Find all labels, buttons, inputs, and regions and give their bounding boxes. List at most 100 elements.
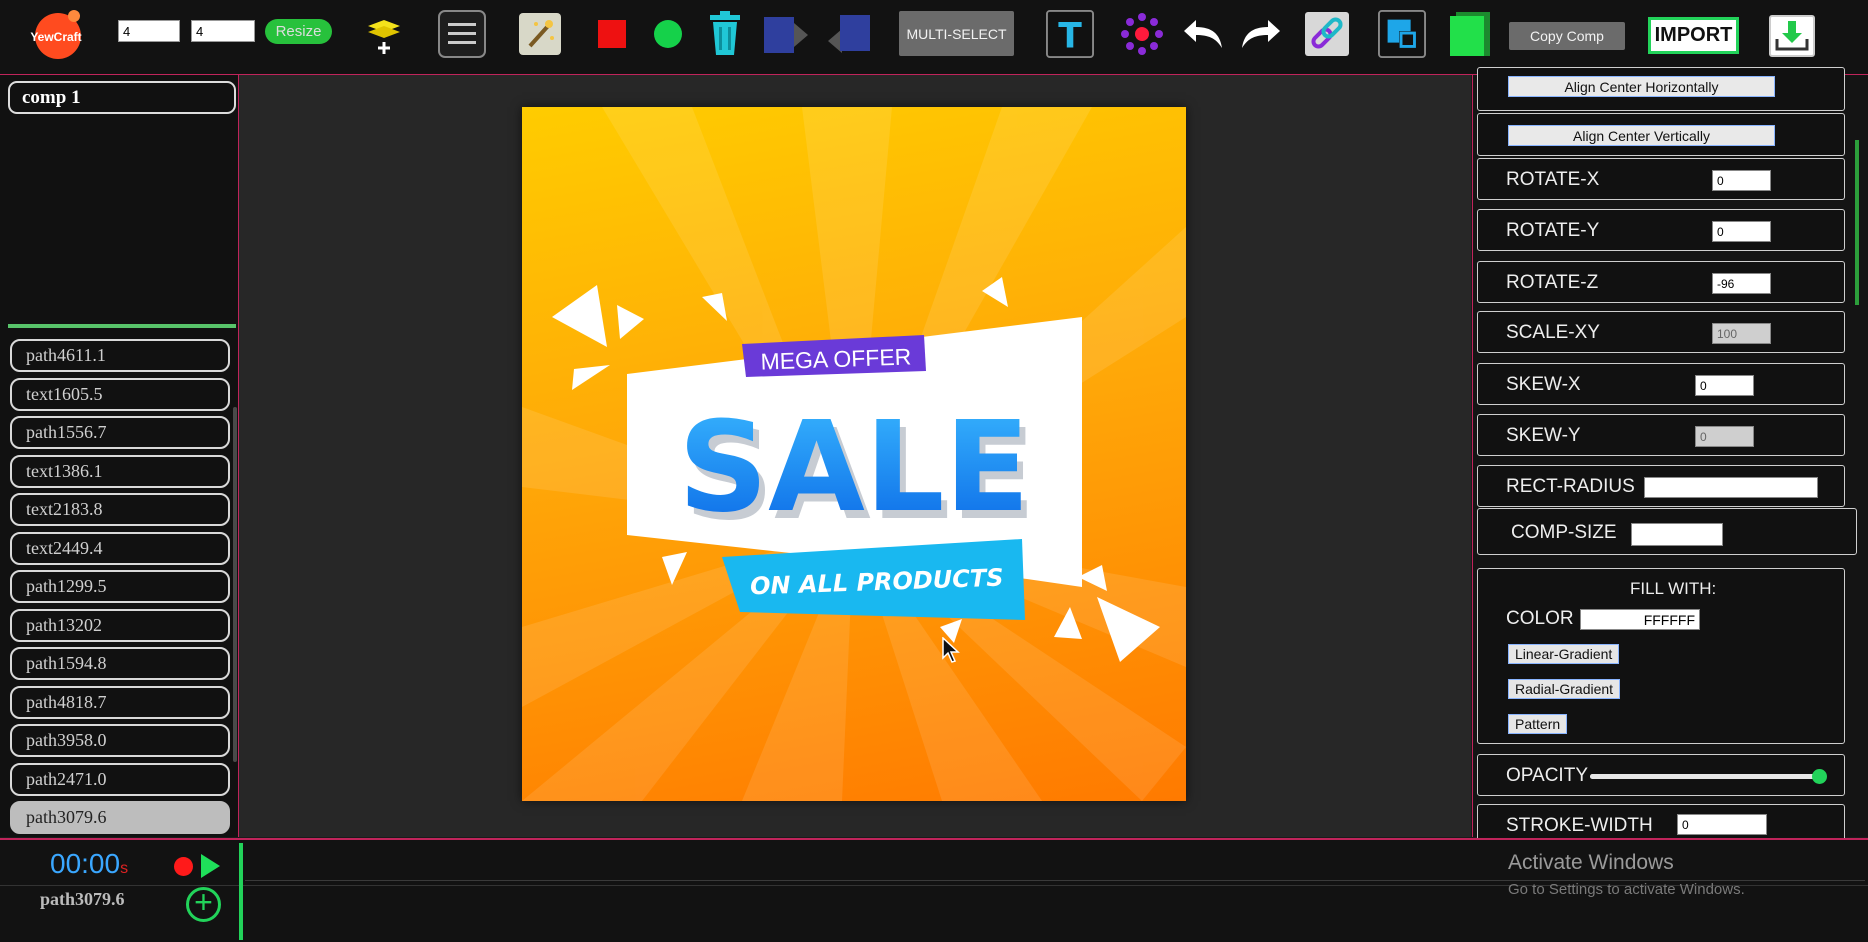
svg-text:T: T	[1058, 16, 1082, 56]
layer-item[interactable]: path3958.0	[10, 724, 230, 757]
add-keyframe-icon[interactable]: +	[186, 886, 221, 922]
skew-y-input[interactable]	[1695, 426, 1754, 447]
skew-x-label: SKEW-X	[1506, 374, 1581, 395]
stroke-width-input[interactable]	[1677, 814, 1767, 835]
layer-list-scrollbar[interactable]	[233, 407, 237, 762]
rotate-y-input[interactable]	[1712, 221, 1771, 242]
menu-icon[interactable]	[438, 10, 486, 58]
fill-section: FILL WITH: COLOR Linear-Gradient Radial-…	[1477, 568, 1845, 744]
download-icon[interactable]	[1768, 12, 1816, 60]
stroke-width-label: STROKE-WIDTH	[1506, 815, 1653, 836]
properties-panel: Align Center Horizontally Align Center V…	[1472, 67, 1868, 842]
crop-frame-icon[interactable]	[1378, 10, 1426, 58]
resize-button[interactable]: Resize	[265, 19, 332, 44]
fill-color-input[interactable]	[1580, 609, 1700, 630]
fill-color-label: COLOR	[1506, 608, 1574, 629]
panel-divider[interactable]	[8, 324, 236, 328]
rotate-z-row: ROTATE-Z	[1477, 261, 1845, 303]
mouse-cursor-icon	[942, 636, 960, 668]
opacity-slider-track[interactable]	[1590, 769, 1827, 784]
layer-item[interactable]: text2449.4	[10, 531, 230, 565]
timeline-layer-name: path3079.6	[40, 889, 125, 909]
rotate-z-label: ROTATE-Z	[1506, 272, 1599, 293]
properties-scrollbar[interactable]	[1855, 140, 1859, 305]
record-icon[interactable]	[174, 857, 193, 876]
align-center-horizontally-button[interactable]: Align Center Horizontally	[1508, 76, 1775, 97]
rect-radius-input[interactable]	[1644, 477, 1818, 498]
layer-item[interactable]: path4611.1	[10, 339, 230, 372]
bring-forward-icon[interactable]	[762, 10, 810, 58]
width-input[interactable]	[118, 20, 180, 42]
layer-item[interactable]: text2183.8	[10, 493, 230, 526]
windows-activation-title: Activate Windows	[1508, 851, 1674, 874]
trash-icon[interactable]	[701, 10, 749, 58]
scale-xy-label: SCALE-XY	[1506, 322, 1600, 343]
rotate-y-label: ROTATE-Y	[1506, 220, 1600, 241]
rect-radius-row: RECT-RADIUS	[1477, 465, 1845, 507]
pattern-button[interactable]: Pattern	[1508, 714, 1568, 734]
timeline-time: 00:00s	[50, 848, 129, 879]
windows-activation-subtitle: Go to Settings to activate Windows.	[1508, 881, 1745, 898]
scale-xy-input[interactable]	[1712, 323, 1771, 344]
app-logo: YewCraft	[22, 6, 90, 66]
svg-text:YewCraft: YewCraft	[30, 30, 81, 44]
layers-panel: comp 1 path4611.1 text1605.5 path1556.7 tex…	[0, 75, 239, 837]
layer-item[interactable]: path2471.0	[10, 762, 230, 796]
align-h-row: Align Center Horizontally	[1477, 67, 1845, 111]
copy-comp-button[interactable]: Copy Comp	[1509, 22, 1625, 50]
artboard-artwork: MEGA OFFER SALE SALE ON ALL PRODUCTS	[522, 107, 1186, 801]
sale-text: SALE	[678, 395, 1030, 540]
send-backward-icon[interactable]	[826, 10, 874, 58]
layer-item[interactable]: path1556.7	[10, 416, 230, 449]
align-center-vertically-button[interactable]: Align Center Vertically	[1508, 125, 1775, 146]
redo-icon[interactable]	[1236, 10, 1284, 58]
opacity-slider-fill	[1590, 774, 1820, 779]
opacity-label: OPACITY	[1506, 765, 1588, 786]
skew-x-row: SKEW-X	[1477, 363, 1845, 405]
stroke-width-row: STROKE-WIDTH	[1477, 804, 1845, 842]
add-layer-icon[interactable]	[360, 10, 408, 58]
layer-item[interactable]: path3079.6	[10, 801, 230, 834]
linear-gradient-button[interactable]: Linear-Gradient	[1508, 644, 1620, 664]
skew-y-row: SKEW-Y	[1477, 414, 1845, 456]
magic-wand-icon[interactable]	[516, 10, 564, 58]
link-icon[interactable]	[1303, 10, 1351, 58]
artboard[interactable]: MEGA OFFER SALE SALE ON ALL PRODUCTS	[522, 107, 1186, 801]
rotate-x-input[interactable]	[1712, 170, 1771, 191]
skew-x-input[interactable]	[1695, 375, 1754, 396]
opacity-slider-thumb[interactable]	[1812, 769, 1827, 784]
comp-size-input[interactable]	[1631, 523, 1723, 546]
circle-tool-icon[interactable]	[644, 10, 692, 58]
rotate-z-input[interactable]	[1712, 273, 1771, 294]
mega-offer-text: MEGA OFFER	[760, 343, 912, 374]
undo-icon[interactable]	[1180, 10, 1228, 58]
align-v-row: Align Center Vertically	[1477, 113, 1845, 156]
layer-item[interactable]: path4818.7	[10, 685, 230, 719]
layer-item[interactable]: path1594.8	[10, 647, 230, 680]
new-page-icon[interactable]	[1446, 10, 1494, 58]
radial-gradient-button[interactable]: Radial-Gradient	[1508, 679, 1621, 699]
rotate-x-row: ROTATE-X	[1477, 158, 1845, 200]
fill-title: FILL WITH:	[1630, 579, 1717, 598]
multi-select-button[interactable]: MULTI-SELECT	[899, 11, 1014, 56]
top-toolbar: YewCraft Resize	[0, 0, 1868, 75]
scale-xy-row: SCALE-XY	[1477, 311, 1845, 353]
timeline-playhead[interactable]	[239, 843, 243, 940]
height-input[interactable]	[191, 20, 255, 42]
layer-list: path4611.1 text1605.5 path1556.7 text1386.1…	[10, 339, 230, 840]
layer-item[interactable]: path1299.5	[10, 570, 230, 603]
node-points-icon[interactable]	[1118, 10, 1166, 58]
comp-size-row: COMP-SIZE	[1477, 508, 1857, 555]
skew-y-label: SKEW-Y	[1506, 425, 1581, 446]
layer-item[interactable]: text1605.5	[10, 377, 230, 411]
layer-item[interactable]: path13202	[10, 608, 230, 642]
import-button[interactable]: IMPORT	[1648, 17, 1739, 54]
comp-size-label: COMP-SIZE	[1511, 522, 1617, 543]
rectangle-tool-icon[interactable]	[588, 10, 636, 58]
play-icon[interactable]	[201, 854, 220, 878]
comp-tab[interactable]: comp 1	[8, 81, 236, 114]
layer-item[interactable]: text1386.1	[10, 454, 230, 488]
rect-radius-label: RECT-RADIUS	[1506, 476, 1635, 497]
text-tool-icon[interactable]: T	[1046, 10, 1094, 58]
rotate-y-row: ROTATE-Y	[1477, 209, 1845, 251]
